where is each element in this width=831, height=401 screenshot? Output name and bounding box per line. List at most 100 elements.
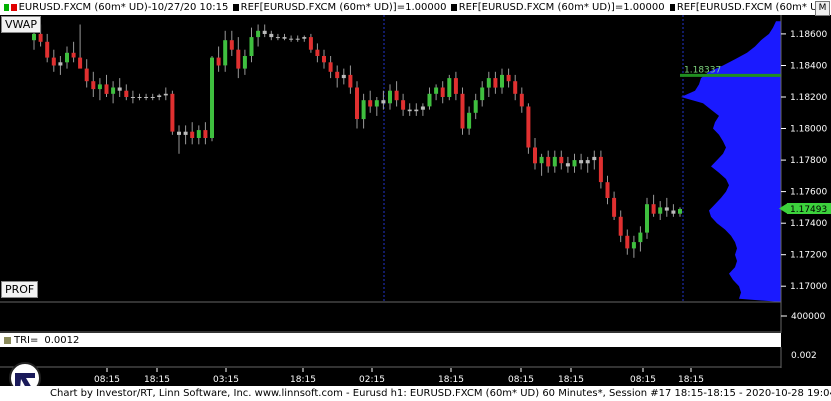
candle-body bbox=[315, 49, 320, 56]
candle-body bbox=[269, 33, 274, 38]
chart-title-bar: EURUSD.FXCM (60m* UD)-10/27/20 10:15 REF… bbox=[0, 0, 831, 15]
time-tick-label: 02:15 bbox=[359, 375, 385, 385]
time-tick-label: 18:15 bbox=[290, 375, 316, 385]
time-axis: 08:15 18:15 03:15 18:15 02:15 18:15 08:15 18:15… bbox=[94, 368, 704, 385]
ref2-label: REF[EURUSD.FXCM (60m* UD)]=1.00000 bbox=[458, 2, 665, 13]
candle-body bbox=[341, 74, 346, 79]
candle-body bbox=[65, 52, 69, 63]
price-tick-label: 1.17400 bbox=[790, 219, 827, 229]
price-tick-label: 1.17800 bbox=[790, 156, 827, 166]
candle-body bbox=[177, 131, 181, 135]
candle-body bbox=[585, 160, 590, 164]
candle-body bbox=[190, 131, 195, 138]
vwap-toggle[interactable]: VWAP bbox=[1, 16, 41, 33]
candle-body bbox=[51, 57, 56, 66]
candle-body bbox=[427, 93, 432, 107]
candle-body bbox=[440, 87, 445, 97]
time-tick-label: 08:15 bbox=[508, 375, 534, 385]
candle-body bbox=[295, 38, 300, 40]
candle-body bbox=[216, 57, 221, 66]
menu-button[interactable]: M bbox=[815, 1, 830, 16]
candle-body bbox=[71, 52, 76, 58]
candle-body bbox=[473, 100, 478, 113]
candle-body bbox=[45, 41, 50, 58]
candle-body bbox=[480, 87, 485, 101]
candle-body bbox=[388, 90, 392, 104]
candle-body bbox=[262, 30, 267, 34]
candle-body bbox=[539, 156, 544, 164]
price-chart[interactable]: 1.18337 1.18600 1.18400 1.18200 1.18000 1.17… bbox=[0, 15, 831, 333]
ref1-label: REF[EURUSD.FXCM (60m* UD)]=1.00000 bbox=[240, 2, 447, 13]
candle-body bbox=[137, 97, 142, 98]
candle-body bbox=[678, 209, 682, 214]
candle-body bbox=[552, 156, 557, 167]
candle-body bbox=[612, 197, 617, 217]
time-tick-label: 08:15 bbox=[630, 375, 656, 385]
green-square-icon bbox=[4, 4, 10, 11]
chart-footer: Chart by Investor/RT, Linn Software, Inc… bbox=[0, 386, 831, 401]
candle-body bbox=[97, 84, 102, 90]
candle-body bbox=[605, 182, 610, 198]
volume-axis-tick: 400000 bbox=[791, 312, 826, 322]
prof-toggle[interactable]: PROF bbox=[1, 281, 39, 298]
tri-pane: 0.002 bbox=[0, 347, 817, 368]
tri-indicator-bar: TRI= 0.0012 bbox=[0, 333, 781, 347]
ref3-label: REF[EURUSD.FXCM (60m* UD) bbox=[676, 2, 830, 13]
candle-body bbox=[618, 216, 623, 236]
candle-body bbox=[157, 95, 162, 97]
candle-body bbox=[394, 90, 399, 101]
candle-body bbox=[144, 97, 149, 98]
time-tick-label: 18:15 bbox=[144, 375, 170, 385]
candle-body bbox=[434, 87, 439, 94]
candle-body bbox=[361, 100, 366, 120]
price-tick-label: 1.17600 bbox=[790, 188, 827, 198]
candle-body bbox=[664, 207, 669, 211]
candle-body bbox=[308, 37, 313, 50]
candle-body bbox=[638, 232, 643, 243]
candle-body bbox=[170, 93, 175, 132]
candle-body bbox=[546, 156, 551, 167]
price-tick-label: 1.18400 bbox=[790, 62, 827, 72]
candle-body bbox=[203, 130, 208, 138]
time-tick-label: 03:15 bbox=[213, 375, 239, 385]
candle-body bbox=[526, 106, 531, 148]
time-tick-label: 08:15 bbox=[94, 375, 120, 385]
candle-body bbox=[355, 87, 359, 119]
candle-body bbox=[651, 204, 656, 214]
candle-body bbox=[130, 97, 135, 98]
chart-title: EURUSD.FXCM (60m* UD)-10/27/20 10:15 bbox=[18, 2, 229, 13]
candle-body bbox=[374, 100, 379, 107]
candle-body bbox=[223, 40, 228, 66]
candle-body bbox=[32, 33, 36, 41]
candle-body bbox=[111, 87, 116, 94]
current-price-label: 1.17493 bbox=[790, 205, 827, 215]
candle-body bbox=[242, 56, 247, 69]
candle-body bbox=[519, 93, 524, 107]
candle-body bbox=[420, 106, 425, 110]
tri-axis-tick: 0.002 bbox=[791, 351, 817, 361]
candle-body bbox=[467, 112, 472, 129]
tri-label: TRI= bbox=[14, 334, 39, 346]
candle-body bbox=[460, 93, 465, 129]
candle-body bbox=[328, 62, 333, 72]
candle-body bbox=[183, 131, 188, 135]
candle-body bbox=[486, 78, 491, 88]
time-tick-label: 18:15 bbox=[438, 375, 464, 385]
candle-body bbox=[229, 40, 234, 50]
key-level-label: 1.18337 bbox=[684, 65, 721, 75]
ref1-square-icon bbox=[233, 4, 239, 11]
candle-body bbox=[631, 242, 636, 249]
ref3-square-icon bbox=[669, 4, 675, 11]
candle-body bbox=[671, 210, 676, 214]
candle-body bbox=[275, 37, 280, 39]
candle-body bbox=[493, 78, 498, 88]
candle-body bbox=[84, 68, 89, 82]
candle-body bbox=[565, 163, 570, 167]
candle-body bbox=[282, 37, 287, 39]
price-tick-label: 1.18600 bbox=[790, 30, 827, 40]
candle-body bbox=[414, 109, 419, 112]
tri-square-icon bbox=[4, 336, 11, 344]
candle-body bbox=[196, 130, 201, 138]
candle-body bbox=[500, 74, 504, 88]
candle-body bbox=[506, 74, 511, 82]
